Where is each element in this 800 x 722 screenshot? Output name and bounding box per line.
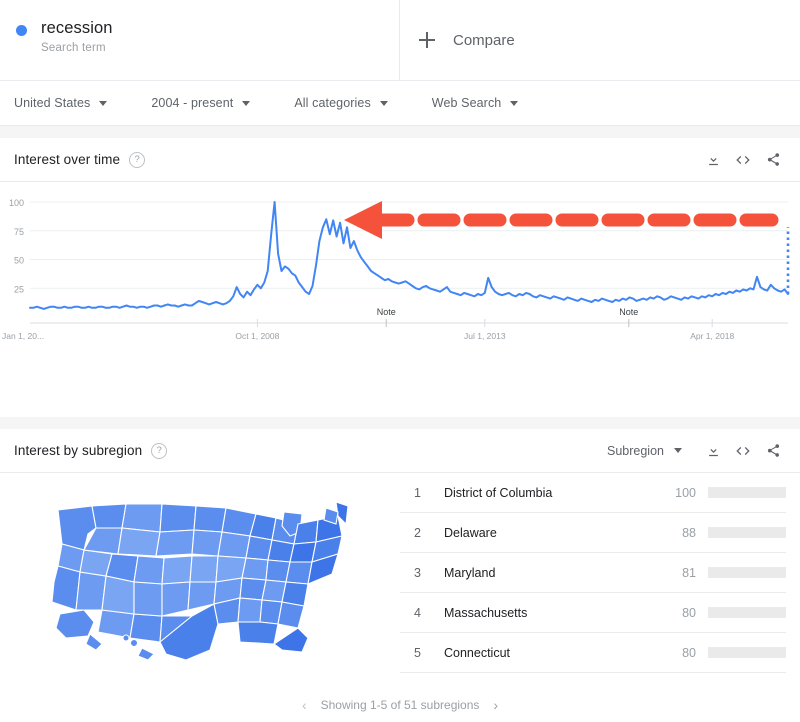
svg-text:75: 75: [14, 227, 24, 237]
row-name: Delaware: [444, 525, 497, 540]
svg-text:50: 50: [14, 256, 24, 266]
table-row[interactable]: 5 Connecticut 80: [400, 633, 786, 673]
search-term-bar: recession Search term Compare: [0, 0, 800, 81]
help-icon[interactable]: ?: [129, 151, 146, 168]
svg-text:Jul 1, 2013: Jul 1, 2013: [464, 331, 506, 341]
row-name: Maryland: [444, 565, 496, 580]
table-row[interactable]: 4 Massachusetts 80: [400, 593, 786, 633]
chevron-down-icon: [379, 100, 388, 106]
table-row[interactable]: 2 Delaware 88: [400, 513, 786, 553]
chevron-down-icon: [674, 448, 682, 453]
plus-icon: [418, 31, 436, 49]
svg-text:Oct 1, 2008: Oct 1, 2008: [235, 331, 279, 341]
download-icon[interactable]: [700, 147, 726, 173]
filter-location-label: United States: [14, 96, 91, 110]
embed-code-icon[interactable]: [730, 147, 756, 173]
subregion-selector[interactable]: Subregion: [607, 444, 682, 458]
panel-title: Interest over time: [14, 152, 121, 167]
row-name: Connecticut: [444, 645, 511, 660]
row-rank: 3: [414, 565, 421, 580]
row-bar: [708, 607, 786, 618]
row-bar: [708, 567, 786, 578]
embed-code-icon[interactable]: [730, 438, 756, 464]
section-gap: [0, 126, 800, 138]
chevron-down-icon: [510, 100, 519, 106]
interest-over-time-header: Interest over time ?: [0, 138, 800, 182]
search-term-subtitle: Search term: [41, 42, 106, 54]
interest-over-time-panel: Interest over time ? 100 75 50 25 Note Note Ja…: [0, 138, 800, 417]
svg-text:25: 25: [14, 284, 24, 294]
row-name: District of Columbia: [444, 485, 553, 500]
interest-over-time-chart[interactable]: 100 75 50 25 Note Note Jan 1, 20... Oct 1, 2008…: [0, 182, 800, 417]
filter-category-label: All categories: [294, 96, 371, 110]
row-rank: 1: [414, 485, 421, 500]
filter-time-range-label: 2004 - present: [151, 96, 234, 110]
prev-page-button[interactable]: ‹: [288, 697, 321, 713]
trends-line-chart: 100 75 50 25 Note Note Jan 1, 20... Oct 1, 2008…: [2, 198, 790, 341]
filter-time-range[interactable]: 2004 - present: [151, 96, 251, 110]
compare-label: Compare: [453, 31, 515, 49]
row-bar: [708, 647, 786, 658]
row-rank: 5: [414, 645, 421, 660]
row-name: Massachusetts: [444, 605, 528, 620]
add-comparison-button[interactable]: Compare: [418, 31, 515, 49]
row-value: 100: [675, 485, 696, 500]
search-term-card[interactable]: recession Search term: [0, 0, 400, 80]
compare-cell: Compare: [400, 0, 800, 80]
next-page-button[interactable]: ›: [479, 697, 512, 713]
row-value: 81: [682, 565, 696, 580]
svg-text:100: 100: [9, 198, 24, 208]
table-row[interactable]: 3 Maryland 81: [400, 553, 786, 593]
row-bar: [708, 487, 786, 498]
row-rank: 2: [414, 525, 421, 540]
subregion-body: 1 District of Columbia 100 2 Delaware 88…: [0, 473, 800, 688]
interest-by-subregion-panel: Interest by subregion ? Subregion 1 Dist…: [0, 429, 800, 722]
subregion-list: 1 District of Columbia 100 2 Delaware 88…: [400, 473, 800, 688]
pagination-label: Showing 1-5 of 51 subregions: [320, 698, 480, 712]
filter-bar: United States 2004 - present All categor…: [0, 81, 800, 126]
help-icon[interactable]: ?: [151, 442, 168, 459]
row-bar: [708, 527, 786, 538]
panel-title-subregion: Interest by subregion: [14, 443, 143, 458]
us-map-svg: [51, 501, 349, 661]
filter-search-type-label: Web Search: [431, 96, 502, 110]
filter-search-type[interactable]: Web Search: [432, 96, 519, 110]
filter-category[interactable]: All categories: [294, 96, 388, 110]
filter-location[interactable]: United States: [14, 96, 108, 110]
chevron-down-icon: [99, 100, 108, 106]
subregion-selector-label: Subregion: [607, 443, 664, 458]
table-row[interactable]: 1 District of Columbia 100: [400, 473, 786, 513]
subregion-pagination: ‹ Showing 1-5 of 51 subregions ›: [0, 688, 800, 722]
interest-by-subregion-header: Interest by subregion ? Subregion: [0, 429, 800, 473]
row-rank: 4: [414, 605, 421, 620]
share-icon[interactable]: [760, 147, 786, 173]
share-icon[interactable]: [760, 438, 786, 464]
row-value: 88: [682, 525, 696, 540]
row-value: 80: [682, 605, 696, 620]
row-value: 80: [682, 645, 696, 660]
svg-text:Apr 1, 2018: Apr 1, 2018: [690, 331, 734, 341]
svg-text:Note: Note: [377, 307, 396, 317]
svg-text:Note: Note: [619, 307, 638, 317]
us-choropleth-map[interactable]: [0, 473, 400, 688]
series-color-dot: [16, 25, 27, 36]
section-gap-2: [0, 417, 800, 429]
chevron-down-icon: [242, 100, 251, 106]
svg-text:Jan 1, 20...: Jan 1, 20...: [2, 331, 44, 341]
search-term-title: recession: [41, 19, 113, 37]
download-icon[interactable]: [700, 438, 726, 464]
